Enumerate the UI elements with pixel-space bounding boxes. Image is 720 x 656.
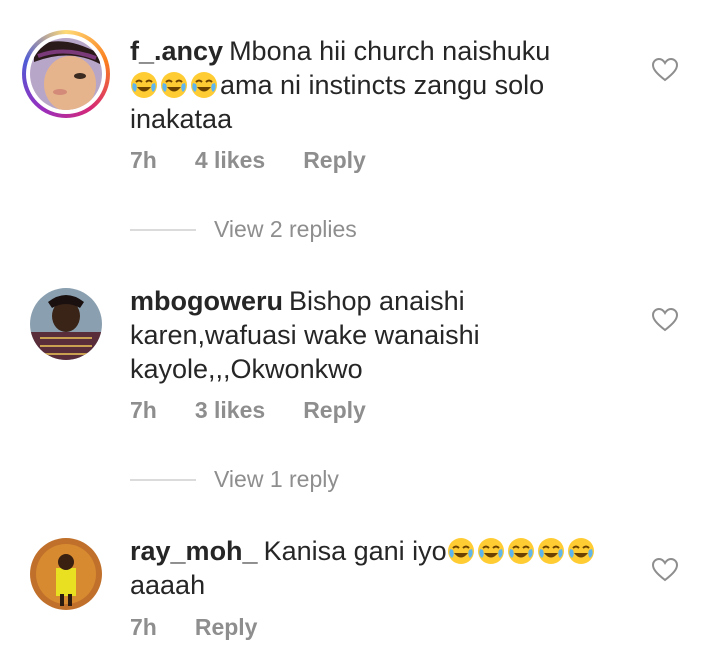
comment-time: 7h xyxy=(130,614,157,640)
comment-time: 7h xyxy=(130,147,157,173)
view-replies-button[interactable]: View 2 replies xyxy=(130,216,357,243)
comment-body-cont: aaaah xyxy=(130,570,206,600)
comment-text: ray_moh_ Kanisa gani iyo aaaah xyxy=(130,534,650,602)
laughing-emoji-icon xyxy=(191,72,217,98)
comment-body: Bishop anaishi xyxy=(289,286,465,316)
laughing-emoji-icon xyxy=(567,538,594,564)
view-replies-label: View 1 reply xyxy=(214,466,339,492)
comment-time: 7h xyxy=(130,397,157,423)
comment-username[interactable]: mbogoweru xyxy=(130,286,283,316)
comment-likes[interactable]: 4 likes xyxy=(195,147,265,173)
view-replies-button[interactable]: View 1 reply xyxy=(130,466,339,493)
reply-button[interactable]: Reply xyxy=(303,397,366,423)
reply-button[interactable]: Reply xyxy=(195,614,258,640)
comment-username[interactable]: ray_moh_ xyxy=(130,536,258,566)
comment-body-cont: kayole,,,Okwonkwo xyxy=(130,354,363,384)
comment-body: Kanisa gani iyo xyxy=(263,536,447,566)
replies-divider xyxy=(130,478,196,481)
reply-button[interactable]: Reply xyxy=(303,147,366,173)
comment-body-cont: karen,wafuasi wake wanaishi xyxy=(130,320,480,350)
emoji-group xyxy=(130,70,220,100)
avatar[interactable] xyxy=(30,288,102,360)
comment-username[interactable]: f_.ancy xyxy=(130,36,223,66)
emoji-group xyxy=(447,536,597,566)
comment-likes[interactable]: 3 likes xyxy=(195,397,265,423)
avatar[interactable] xyxy=(30,38,102,110)
comment-body: Mbona hii church naishuku xyxy=(229,36,551,66)
laughing-emoji-icon xyxy=(507,538,534,564)
heart-outline-icon[interactable] xyxy=(652,58,678,82)
comment-meta: 7h 3 likes Reply xyxy=(130,397,404,424)
view-replies-label: View 2 replies xyxy=(214,216,357,242)
laughing-emoji-icon xyxy=(447,538,474,564)
heart-outline-icon[interactable] xyxy=(652,308,678,332)
avatar[interactable] xyxy=(30,538,102,610)
laughing-emoji-icon xyxy=(161,72,187,98)
comment-meta: 7h Reply xyxy=(130,614,295,641)
laughing-emoji-icon xyxy=(537,538,564,564)
comment-meta: 7h 4 likes Reply xyxy=(130,147,404,174)
laughing-emoji-icon xyxy=(131,72,157,98)
comment-text: f_.ancy Mbona hii church naishuku ama ni … xyxy=(130,34,630,136)
laughing-emoji-icon xyxy=(477,538,504,564)
comment-body-cont: inakataa xyxy=(130,104,233,134)
heart-outline-icon[interactable] xyxy=(652,558,678,582)
comment-body-cont: ama ni instincts zangu solo xyxy=(220,70,545,100)
replies-divider xyxy=(130,228,196,231)
comment-text: mbogoweru Bishop anaishi karen,wafuasi wa… xyxy=(130,284,630,386)
